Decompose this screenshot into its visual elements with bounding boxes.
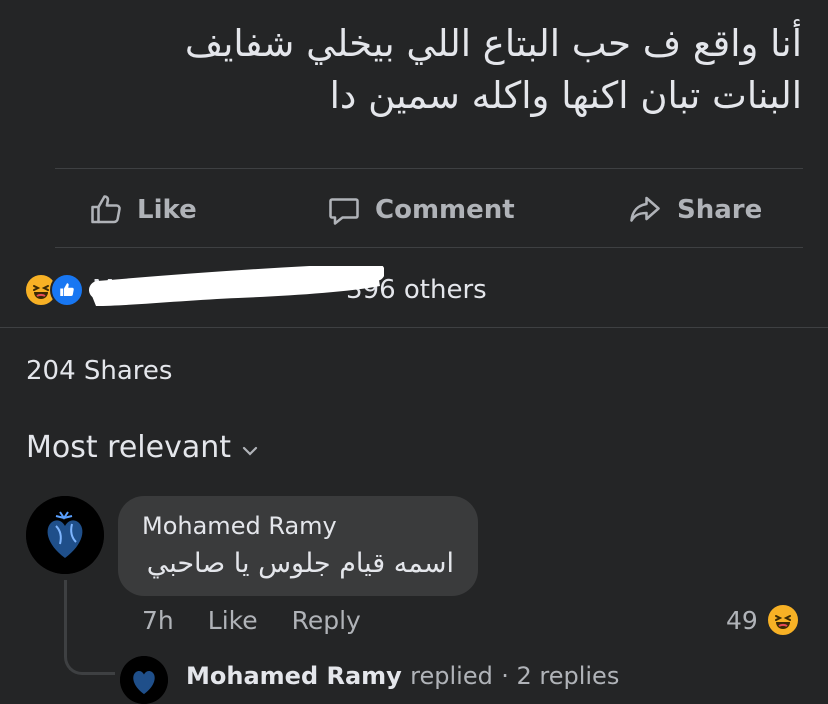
divider <box>55 247 803 248</box>
sort-comments-dropdown[interactable]: Most relevant <box>26 430 259 465</box>
action-bar: Like Comment Share <box>55 170 803 248</box>
comment-button[interactable]: Comment <box>325 192 515 228</box>
shares-count[interactable]: 204 Shares <box>26 356 172 386</box>
like-icon <box>50 273 84 307</box>
reaction-count-value: 49 <box>726 605 758 635</box>
thread-connector <box>64 580 115 675</box>
like-button[interactable]: Like <box>87 192 197 228</box>
thumbs-up-icon <box>87 192 125 228</box>
haha-icon <box>765 603 800 637</box>
comment-reaction-count[interactable]: 49 <box>726 603 800 637</box>
post-text-line-2: البنات تبان اكنها واكله سمين دا <box>329 74 802 117</box>
avatar-heart-icon <box>120 656 168 704</box>
comment-bubble: Mohamed Ramy اسمه قيام جلوس يا صاحبي <box>118 496 478 596</box>
reply-avatar[interactable] <box>120 656 168 704</box>
comment-author[interactable]: Mohamed Ramy <box>142 512 337 540</box>
reply-action: replied <box>410 662 493 690</box>
share-button[interactable]: Share <box>625 192 762 228</box>
divider <box>55 168 803 169</box>
redaction-scribble <box>89 266 384 306</box>
comment-reply-button[interactable]: Reply <box>292 606 361 635</box>
like-label: Like <box>137 195 197 225</box>
share-icon <box>625 192 665 228</box>
comment-text: اسمه قيام جلوس يا صاحبي <box>146 548 454 579</box>
reply-count: 2 replies <box>516 662 620 690</box>
section-divider <box>0 327 828 328</box>
avatar-heart-icon <box>26 496 104 574</box>
comment-meta: 7h Like Reply <box>142 606 361 635</box>
avatar[interactable] <box>26 496 104 574</box>
post-text: أنا واقع ف حب البتاع اللي بيخلي شفايف ال… <box>42 18 802 122</box>
comment-like-button[interactable]: Like <box>208 606 258 635</box>
comment-label: Comment <box>375 195 515 225</box>
comment-icon <box>325 192 363 228</box>
post-text-line-1: أنا واقع ف حب البتاع اللي بيخلي شفايف <box>184 22 802 65</box>
view-replies-link[interactable]: Mohamed Ramy replied · 2 replies <box>186 662 619 690</box>
share-label: Share <box>677 195 763 225</box>
sort-label: Most relevant <box>26 430 232 465</box>
reply-author: Mohamed Ramy <box>186 662 402 690</box>
comment-time: 7h <box>142 606 174 635</box>
chevron-down-icon <box>241 430 259 465</box>
